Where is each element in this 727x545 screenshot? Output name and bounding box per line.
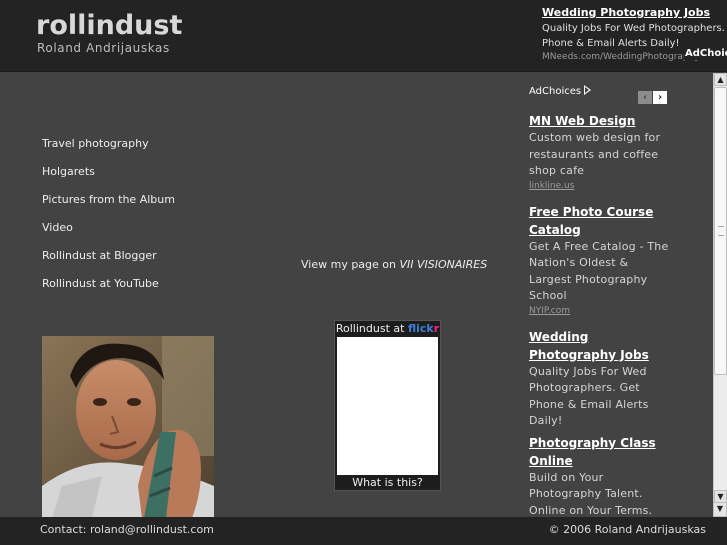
- site-title[interactable]: rollindust: [36, 10, 182, 41]
- flickr-badge[interactable]: Rollindust at flickr What is this?: [334, 320, 441, 491]
- nav-holgarets[interactable]: Holgarets: [42, 165, 175, 193]
- visionaires-link[interactable]: View my page on VII VISIONAIRES: [301, 258, 487, 271]
- flickr-header: Rollindust at flickr: [335, 321, 440, 337]
- adchoices-label: AdChoices: [529, 86, 582, 97]
- nav-video[interactable]: Video: [42, 221, 175, 249]
- ad-url[interactable]: NYIP.com: [529, 305, 709, 317]
- site-header: rollindust Roland Andrijauskas Wedding P…: [0, 0, 727, 72]
- scroll-grip-icon: [718, 226, 724, 236]
- site-subtitle: Roland Andrijauskas: [37, 41, 170, 55]
- ad-url[interactable]: linkline.us: [529, 180, 709, 192]
- ad-title[interactable]: Photography Class Online: [529, 434, 659, 470]
- copyright: © 2006 Roland Andrijauskas: [548, 523, 706, 536]
- top-ad-title[interactable]: Wedding Photography Jobs: [542, 6, 727, 19]
- nav-youtube[interactable]: Rollindust at YouTube: [42, 277, 175, 305]
- flickr-what-is-this-link[interactable]: What is this?: [335, 475, 440, 490]
- ad-title[interactable]: MN Web Design: [529, 112, 669, 130]
- ad-title[interactable]: Wedding Photography Jobs: [529, 328, 654, 364]
- ad-item[interactable]: Wedding Photography Jobs Quality Jobs Fo…: [529, 328, 709, 430]
- ad-description: Custom web design for restaurants and co…: [529, 131, 661, 177]
- portrait-photo: [42, 336, 214, 518]
- ad-item[interactable]: Free Photo Course Catalog Get A Free Cat…: [529, 203, 709, 317]
- ad-prev-button[interactable]: ‹: [638, 91, 652, 104]
- nav-travel-photography[interactable]: Travel photography: [42, 137, 175, 165]
- ad-description: Build on Your Photography Talent. Online…: [529, 470, 653, 517]
- ad-description: Get A Free Catalog - The Nation's Oldest…: [529, 239, 669, 303]
- scroll-up-button[interactable]: ▲: [714, 73, 727, 86]
- scroll-thumb[interactable]: [714, 87, 727, 375]
- flickr-logo-part1: flick: [407, 322, 434, 335]
- ad-title[interactable]: Free Photo Course Catalog: [529, 203, 669, 239]
- ad-column: AdChoices ‹ › MN Web Design Custom web de…: [529, 84, 709, 517]
- flickr-header-text: Rollindust at: [335, 322, 408, 335]
- site-footer: Contact: roland@rollindust.com © 2006 Ro…: [0, 517, 727, 545]
- nav-blogger[interactable]: Rollindust at Blogger: [42, 249, 175, 277]
- ad-next-button[interactable]: ›: [653, 91, 667, 104]
- adchoices-link[interactable]: AdChoices: [529, 85, 592, 97]
- visionaires-prefix: View my page on: [301, 258, 400, 271]
- flickr-photo-area[interactable]: [337, 337, 438, 475]
- main-nav: Travel photography Holgarets Pictures fr…: [42, 137, 175, 305]
- contact-email[interactable]: Contact: roland@rollindust.com: [40, 523, 214, 536]
- ad-item[interactable]: Photography Class Online Build on Your P…: [529, 434, 709, 518]
- portrait-image: [42, 336, 214, 518]
- ad-scrollbar[interactable]: ▲ ▼: [713, 73, 727, 506]
- top-ad-desc-line1: Quality Jobs For Wed Photographers. Get: [542, 23, 727, 34]
- top-adchoices-link[interactable]: AdChoices: [684, 47, 727, 60]
- ad-description: Quality Jobs For Wed Photographers. Get …: [529, 364, 649, 428]
- flickr-logo-part2: r: [433, 322, 440, 335]
- ad-list: MN Web Design Custom web design for rest…: [529, 112, 709, 517]
- nav-pictures-album[interactable]: Pictures from the Album: [42, 193, 175, 221]
- scroll-down-button-2[interactable]: ▼: [713, 502, 727, 517]
- visionaires-name[interactable]: VII VISIONAIRES: [400, 258, 488, 271]
- ad-pager: ‹ ›: [638, 85, 668, 104]
- ad-item[interactable]: MN Web Design Custom web design for rest…: [529, 112, 709, 192]
- adchoices-icon: [584, 85, 592, 95]
